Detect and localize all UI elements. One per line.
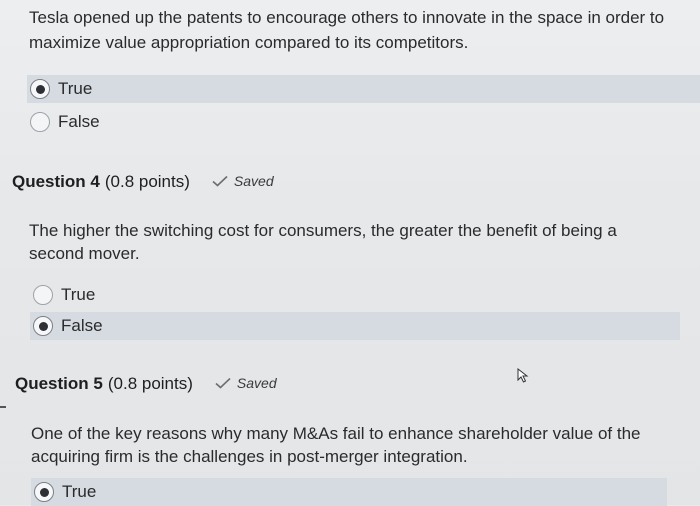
question-5-text: One of the key reasons why many M&As fai… bbox=[31, 424, 641, 466]
question-5-saved-status: Saved bbox=[215, 375, 277, 391]
q4-radio-true[interactable] bbox=[33, 285, 53, 305]
mouse-cursor-icon bbox=[517, 368, 529, 383]
q3-radio-false[interactable] bbox=[30, 112, 50, 132]
question-3-text: Tesla opened up the patents to encourage… bbox=[29, 8, 665, 52]
q5-option-true-label: True bbox=[62, 482, 97, 501]
q4-option-false-label: False bbox=[61, 316, 103, 335]
q4-option-false[interactable]: False bbox=[30, 312, 680, 340]
question-5-points: (0.8 points) bbox=[107, 374, 193, 393]
q4-option-true[interactable]: True bbox=[30, 281, 330, 309]
question-4-saved-status: Saved bbox=[212, 173, 274, 189]
quiz-page: Tesla opened up the patents to encourage… bbox=[0, 0, 700, 506]
question-4-points: (0.8 points) bbox=[104, 172, 190, 191]
question-5-saved-label: Saved bbox=[236, 375, 277, 391]
question-4-saved-label: Saved bbox=[233, 173, 274, 189]
question-5-header: Question 5 (0.8 points) Saved bbox=[15, 374, 277, 394]
q4-radio-false[interactable] bbox=[33, 316, 53, 336]
check-icon bbox=[212, 175, 228, 187]
q5-option-true[interactable]: True bbox=[31, 478, 667, 506]
q3-option-true[interactable]: True bbox=[27, 75, 700, 103]
q3-option-true-label: True bbox=[58, 79, 93, 98]
left-edge-marker bbox=[0, 406, 6, 408]
q3-option-false-label: False bbox=[58, 112, 100, 131]
question-4-title: Question 4 bbox=[12, 172, 100, 191]
q3-radio-true[interactable] bbox=[30, 79, 50, 99]
question-4-text: The higher the switching cost for consum… bbox=[29, 221, 617, 263]
question-5-title: Question 5 bbox=[15, 374, 103, 393]
q4-option-true-label: True bbox=[61, 285, 96, 304]
q3-option-false[interactable]: False bbox=[27, 108, 327, 136]
q5-radio-true[interactable] bbox=[34, 482, 54, 502]
check-icon bbox=[215, 377, 231, 389]
question-4-header: Question 4 (0.8 points) Saved bbox=[12, 172, 274, 192]
